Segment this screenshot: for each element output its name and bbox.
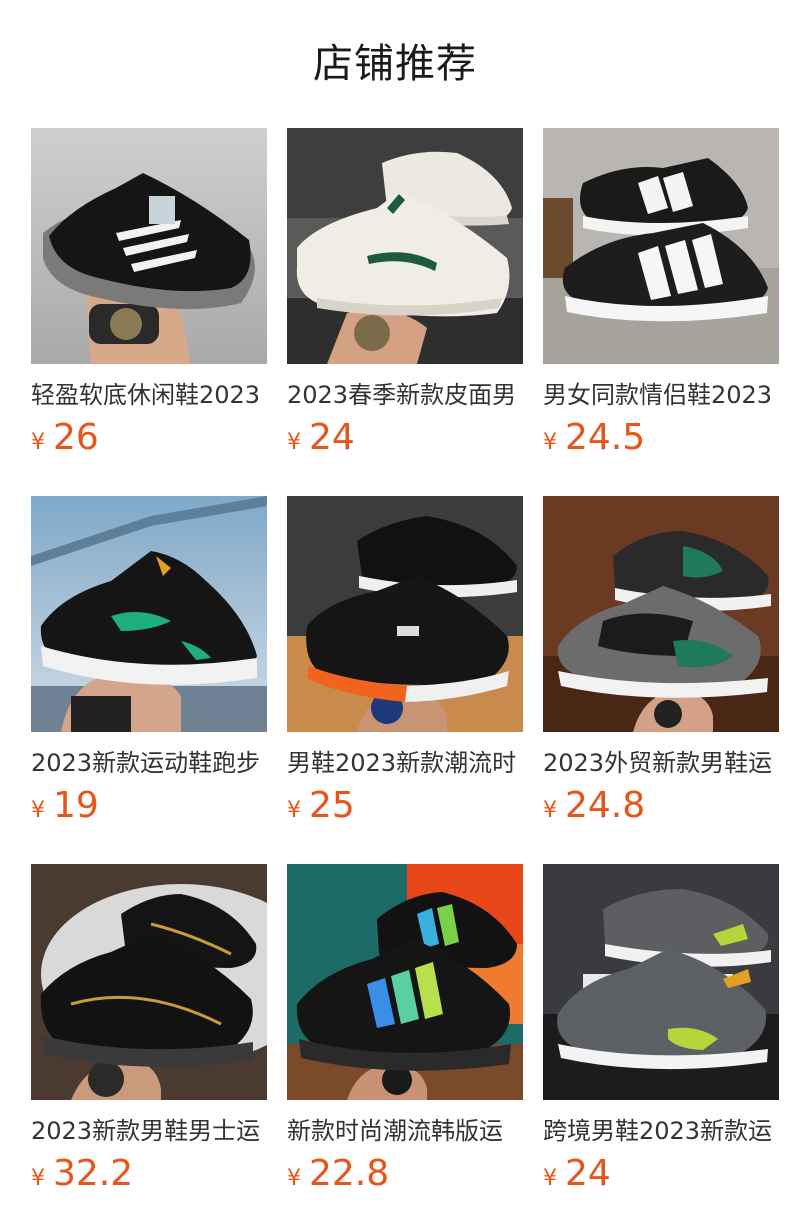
currency-symbol: ¥ [543,1166,557,1191]
product-image[interactable] [287,864,523,1100]
product-image[interactable] [31,496,267,732]
product-name[interactable]: 男女同款情侣鞋2023 [543,378,779,412]
currency-symbol: ¥ [287,430,301,455]
product-image[interactable] [31,128,267,364]
product-card[interactable]: 跨境男鞋2023新款运 ¥24 [543,864,779,1232]
product-price: ¥25 [287,786,523,826]
product-image[interactable] [543,128,779,364]
product-image[interactable] [31,864,267,1100]
currency-symbol: ¥ [287,798,301,823]
price-amount: 22.8 [309,1153,390,1194]
currency-symbol: ¥ [31,1166,45,1191]
product-image[interactable] [287,496,523,732]
currency-symbol: ¥ [543,430,557,455]
product-card[interactable]: 新款时尚潮流韩版运 ¥22.8 [287,864,523,1232]
product-price: ¥22.8 [287,1154,523,1194]
currency-symbol: ¥ [31,798,45,823]
price-amount: 24.5 [565,417,646,458]
product-name[interactable]: 新款时尚潮流韩版运 [287,1114,523,1148]
price-amount: 25 [309,785,355,826]
price-amount: 24.8 [565,785,646,826]
product-card[interactable]: 2023春季新款皮面男 ¥24 [287,128,523,496]
product-name[interactable]: 男鞋2023新款潮流时 [287,746,523,780]
price-amount: 24 [565,1153,611,1194]
product-price: ¥19 [31,786,267,826]
product-name[interactable]: 2023新款运动鞋跑步 [31,746,267,780]
product-price: ¥24 [543,1154,779,1194]
product-name[interactable]: 跨境男鞋2023新款运 [543,1114,779,1148]
product-name[interactable]: 2023外贸新款男鞋运 [543,746,779,780]
product-name[interactable]: 轻盈软底休闲鞋2023 [31,378,267,412]
product-image[interactable] [543,864,779,1100]
product-card[interactable]: 2023新款运动鞋跑步 ¥19 [31,496,267,864]
product-image[interactable] [543,496,779,732]
product-price: ¥26 [31,418,267,458]
product-grid: 轻盈软底休闲鞋2023 ¥26 2023春季新款皮面男 ¥24 男女同款情侣鞋2… [31,128,779,1232]
currency-symbol: ¥ [543,798,557,823]
product-image[interactable] [287,128,523,364]
product-card[interactable]: 男女同款情侣鞋2023 ¥24.5 [543,128,779,496]
product-card[interactable]: 2023外贸新款男鞋运 ¥24.8 [543,496,779,864]
product-price: ¥32.2 [31,1154,267,1194]
product-card[interactable]: 男鞋2023新款潮流时 ¥25 [287,496,523,864]
price-amount: 32.2 [53,1153,134,1194]
product-card[interactable]: 轻盈软底休闲鞋2023 ¥26 [31,128,267,496]
price-amount: 26 [53,417,99,458]
product-card[interactable]: 2023新款男鞋男士运 ¥32.2 [31,864,267,1232]
product-price: ¥24 [287,418,523,458]
product-price: ¥24.8 [543,786,779,826]
currency-symbol: ¥ [287,1166,301,1191]
product-name[interactable]: 2023春季新款皮面男 [287,378,523,412]
currency-symbol: ¥ [31,430,45,455]
price-amount: 24 [309,417,355,458]
price-amount: 19 [53,785,99,826]
product-name[interactable]: 2023新款男鞋男士运 [31,1114,267,1148]
page-title: 店铺推荐 [313,41,477,87]
product-price: ¥24.5 [543,418,779,458]
